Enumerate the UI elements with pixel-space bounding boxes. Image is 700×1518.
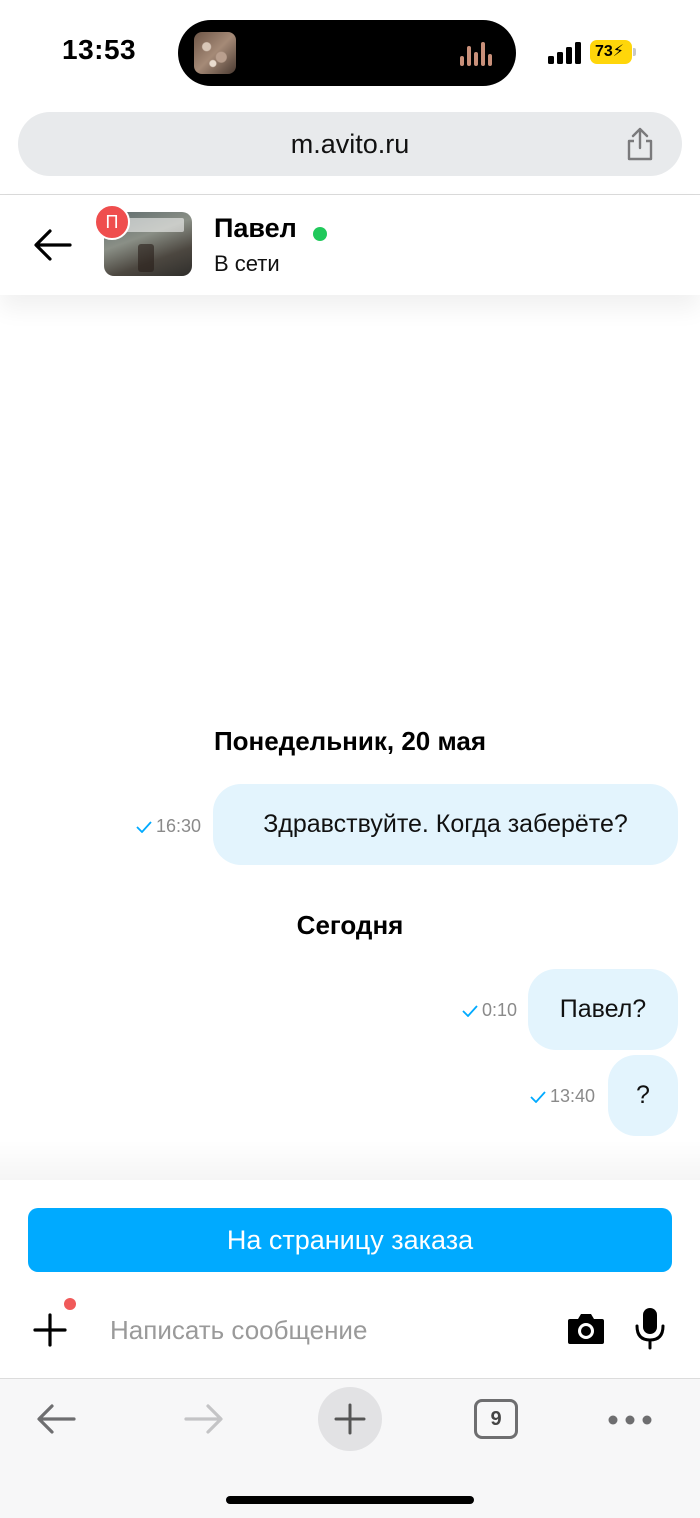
attach-plus-icon[interactable] — [32, 1312, 68, 1348]
new-tab-button[interactable] — [318, 1387, 382, 1451]
sent-check-icon — [530, 1090, 546, 1103]
more-menu-icon[interactable] — [608, 1415, 652, 1425]
notification-dot — [64, 1298, 76, 1310]
message-bubble[interactable]: Здравствуйте. Когда заберёте? — [213, 784, 678, 865]
message-composer — [0, 1290, 700, 1370]
message-bubble[interactable]: Павел? — [528, 969, 678, 1050]
battery-charging-icon: 73⚡ — [590, 40, 636, 64]
microphone-icon[interactable] — [634, 1306, 666, 1350]
tabs-count-button[interactable]: 9 — [474, 1399, 518, 1439]
contact-name[interactable]: Павел — [214, 213, 297, 244]
address-bar[interactable]: m.avito.ru — [18, 112, 682, 176]
camera-icon[interactable] — [566, 1310, 606, 1346]
sent-check-icon — [462, 1004, 478, 1017]
status-time: 13:53 — [62, 34, 137, 65]
message-meta: 13:40 — [530, 1086, 595, 1107]
contact-status: В сети — [214, 251, 280, 276]
now-playing-artwork — [194, 32, 236, 74]
battery-level: 73⚡ — [590, 40, 632, 64]
message-time: 0:10 — [482, 1000, 518, 1020]
back-arrow-icon[interactable] — [32, 225, 74, 265]
sent-check-icon — [136, 820, 152, 833]
message-meta: 0:10 — [462, 1000, 517, 1021]
audio-waveform-icon — [460, 42, 498, 66]
url-text[interactable]: m.avito.ru — [18, 112, 682, 176]
date-separator: Понедельник, 20 мая — [213, 726, 486, 756]
browser-forward-icon[interactable] — [182, 1401, 226, 1437]
footer-shadow — [0, 1140, 700, 1180]
home-indicator — [226, 1496, 474, 1504]
message-bubble[interactable]: ? — [608, 1055, 678, 1136]
browser-back-icon[interactable] — [34, 1401, 78, 1437]
dynamic-island — [178, 20, 516, 86]
date-separator: Сегодня — [296, 910, 404, 940]
message-time: 16:30 — [156, 816, 202, 836]
online-indicator — [313, 227, 327, 241]
avatar[interactable]: П — [94, 204, 130, 240]
status-bar: 13:53 73⚡ — [0, 0, 700, 100]
message-time: 13:40 — [550, 1086, 596, 1106]
message-meta: 16:30 — [136, 816, 201, 837]
share-icon[interactable] — [624, 126, 656, 162]
order-page-button[interactable]: На страницу заказа — [28, 1208, 672, 1272]
message-input[interactable] — [110, 1310, 530, 1350]
plus-icon — [334, 1403, 366, 1435]
signal-bars-icon — [548, 42, 582, 64]
